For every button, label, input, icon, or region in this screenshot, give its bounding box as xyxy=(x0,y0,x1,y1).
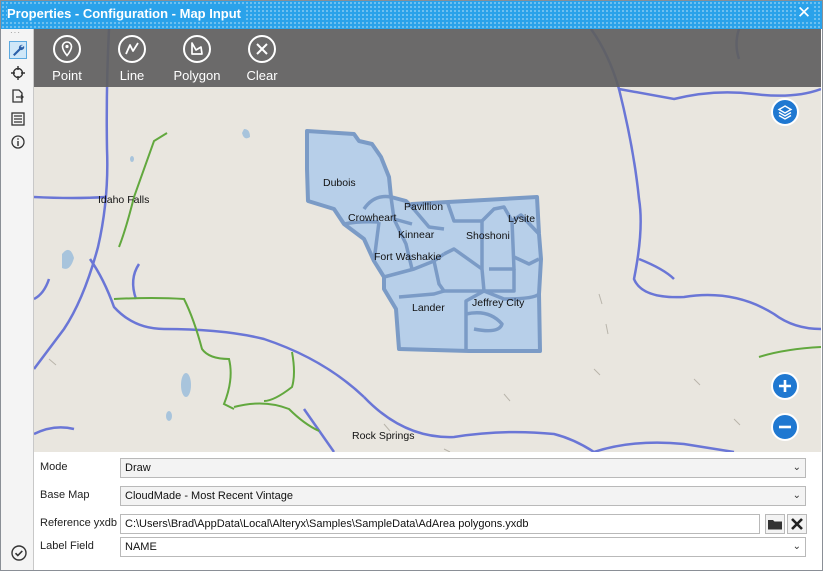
polygon-tool-button[interactable]: Polygon xyxy=(167,33,227,85)
label-jeffrey-city: Jeffrey City xyxy=(472,297,525,309)
label-lysite: Lysite xyxy=(508,213,535,225)
chevron-down-icon: ⌄ xyxy=(792,462,801,473)
clear-tool-button[interactable]: Clear xyxy=(232,33,292,85)
label-field-select[interactable]: NAME ⌄ xyxy=(120,537,806,557)
map-view[interactable]: Idaho Falls Dubois Pavillion Crowheart L… xyxy=(34,29,821,452)
wrench-icon[interactable] xyxy=(9,41,27,59)
clear-tool-label: Clear xyxy=(246,68,278,83)
reference-yxdb-row: Reference yxdb C:\Users\Brad\AppData\Loc… xyxy=(34,512,822,536)
minor-roads xyxy=(48,293,741,452)
label-fort-washakie: Fort Washakie xyxy=(374,251,441,263)
label-kinnear: Kinnear xyxy=(398,229,435,241)
chevron-down-icon: ⌄ xyxy=(792,490,801,501)
mode-row: Mode Draw ⌄ xyxy=(34,456,822,480)
base-map-select[interactable]: CloudMade - Most Recent Vintage ⌄ xyxy=(120,486,806,506)
close-icon xyxy=(791,518,803,530)
mode-label: Mode xyxy=(40,461,68,473)
point-tool-button[interactable]: Point xyxy=(37,33,97,85)
window-title: Properties - Configuration - Map Input xyxy=(7,6,245,21)
reference-yxdb-label: Reference yxdb xyxy=(40,517,118,529)
base-map-row: Base Map CloudMade - Most Recent Vintage… xyxy=(34,484,822,508)
label-field-label: Label Field xyxy=(40,540,94,552)
plus-icon xyxy=(779,380,791,392)
label-idaho-falls: Idaho Falls xyxy=(98,194,149,206)
label-shoshoni: Shoshoni xyxy=(466,230,510,242)
reference-yxdb-input[interactable]: C:\Users\Brad\AppData\Local\Alteryx\Samp… xyxy=(120,514,760,534)
validate-check-icon[interactable] xyxy=(11,545,27,561)
list-icon[interactable] xyxy=(9,110,27,128)
grip-handle[interactable]: ··· xyxy=(10,29,24,37)
zoom-out-button[interactable] xyxy=(771,413,799,441)
reference-yxdb-value: C:\Users\Brad\AppData\Local\Alteryx\Samp… xyxy=(125,518,529,530)
properties-window: Properties - Configuration - Map Input ✕… xyxy=(0,0,823,571)
clear-reference-button[interactable] xyxy=(787,514,807,534)
line-tool-button[interactable]: Line xyxy=(102,33,162,85)
label-rock-springs: Rock Springs xyxy=(352,430,414,442)
mode-value: Draw xyxy=(125,462,151,474)
chevron-down-icon: ⌄ xyxy=(792,541,801,552)
label-field-value: NAME xyxy=(125,541,157,553)
drawing-toolbar: Point Line Polygon Clear xyxy=(34,29,821,87)
info-icon[interactable] xyxy=(9,133,27,151)
clear-icon xyxy=(248,35,276,63)
base-map-value: CloudMade - Most Recent Vintage xyxy=(125,490,293,502)
point-icon xyxy=(53,35,81,63)
browse-folder-button[interactable] xyxy=(765,514,785,534)
close-icon[interactable]: ✕ xyxy=(796,4,812,21)
polygon-tool-label: Polygon xyxy=(173,68,221,83)
label-pavillion: Pavillion xyxy=(404,201,443,213)
map-canvas: Idaho Falls Dubois Pavillion Crowheart L… xyxy=(34,29,821,452)
point-tool-label: Point xyxy=(52,68,82,83)
label-lander: Lander xyxy=(412,302,445,314)
base-map-label: Base Map xyxy=(40,489,90,501)
line-icon xyxy=(118,35,146,63)
target-icon[interactable] xyxy=(9,64,27,82)
title-bar[interactable]: Properties - Configuration - Map Input ✕ xyxy=(1,1,822,29)
label-field-row: Label Field NAME ⌄ xyxy=(34,535,822,559)
minus-icon xyxy=(779,425,791,429)
polygon-icon xyxy=(183,35,211,63)
config-form: Mode Draw ⌄ Base Map CloudMade - Most Re… xyxy=(34,453,822,570)
zoom-in-button[interactable] xyxy=(771,372,799,400)
side-toolbar: ··· xyxy=(1,29,34,570)
layers-button[interactable] xyxy=(771,98,799,126)
layers-icon xyxy=(777,105,793,120)
folder-icon xyxy=(768,520,782,530)
mode-select[interactable]: Draw ⌄ xyxy=(120,458,806,478)
label-crowheart: Crowheart xyxy=(348,212,397,224)
line-tool-label: Line xyxy=(119,68,145,83)
export-icon[interactable] xyxy=(9,87,27,105)
label-dubois: Dubois xyxy=(323,177,356,189)
